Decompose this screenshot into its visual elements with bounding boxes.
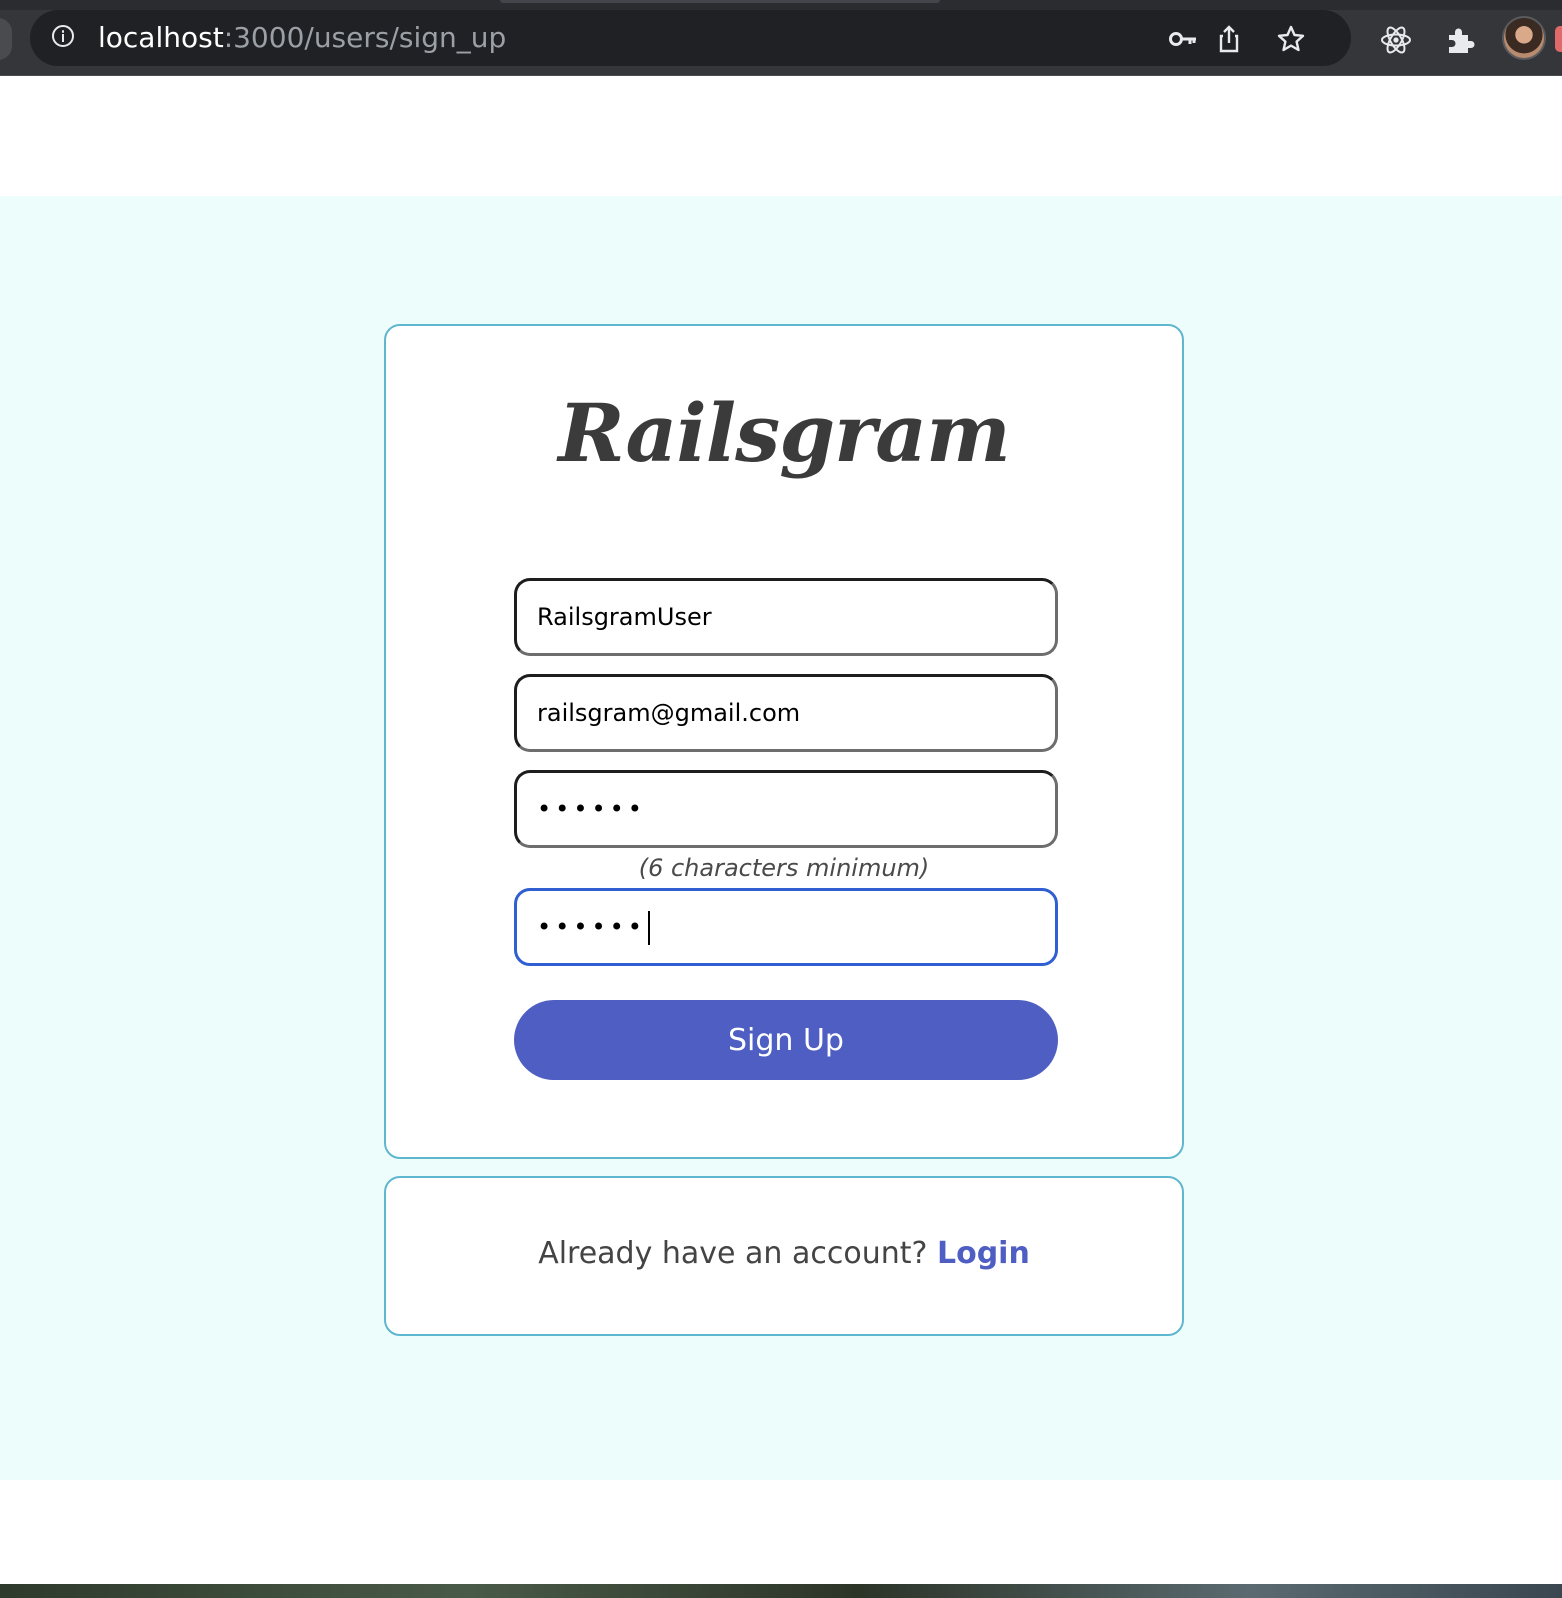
profile-avatar[interactable]	[1502, 16, 1546, 60]
tab-strip-edge	[0, 0, 1562, 10]
info-icon[interactable]	[52, 25, 74, 47]
key-icon[interactable]	[1168, 24, 1198, 54]
password-confirmation-field[interactable]: ••••••	[514, 888, 1058, 966]
app-logo: Railsgram	[558, 386, 1011, 480]
text-caret	[647, 911, 650, 945]
url-text[interactable]: localhost:3000/users/sign_up	[98, 23, 506, 53]
username-value: RailsgramUser	[537, 603, 712, 631]
signup-card: Railsgram RailsgramUser railsgram@gmail.…	[384, 324, 1184, 1159]
password-value: ••••••	[537, 795, 646, 823]
password-field[interactable]: ••••••	[514, 770, 1058, 848]
login-prompt-text: Already have an account?	[538, 1236, 928, 1271]
password-confirmation-value: ••••••	[537, 913, 646, 941]
url-host: localhost	[98, 21, 224, 54]
extensions-icon[interactable]	[1443, 23, 1477, 57]
login-prompt-card: Already have an account? Login	[384, 1176, 1184, 1336]
login-link[interactable]: Login	[937, 1236, 1030, 1271]
email-value: railsgram@gmail.com	[537, 699, 801, 727]
tab-edge[interactable]	[0, 18, 12, 60]
star-icon[interactable]	[1276, 24, 1306, 54]
address-bar[interactable]: localhost:3000/users/sign_up	[30, 10, 1351, 66]
password-hint: (6 characters minimum)	[638, 854, 930, 882]
email-field[interactable]: railsgram@gmail.com	[514, 674, 1058, 752]
desktop-wallpaper-edge	[0, 1584, 1562, 1598]
react-devtools-icon[interactable]	[1379, 23, 1413, 57]
window-edge-indicator	[1555, 26, 1562, 52]
sign-up-button[interactable]: Sign Up	[514, 1000, 1058, 1080]
password-confirmation-content: ••••••	[537, 891, 650, 963]
login-prompt: Already have an account? Login	[386, 1236, 1182, 1271]
share-icon[interactable]	[1214, 24, 1244, 54]
username-field[interactable]: RailsgramUser	[514, 578, 1058, 656]
browser-toolbar: localhost:3000/users/sign_up	[0, 0, 1562, 76]
url-path: :3000/users/sign_up	[223, 21, 507, 54]
